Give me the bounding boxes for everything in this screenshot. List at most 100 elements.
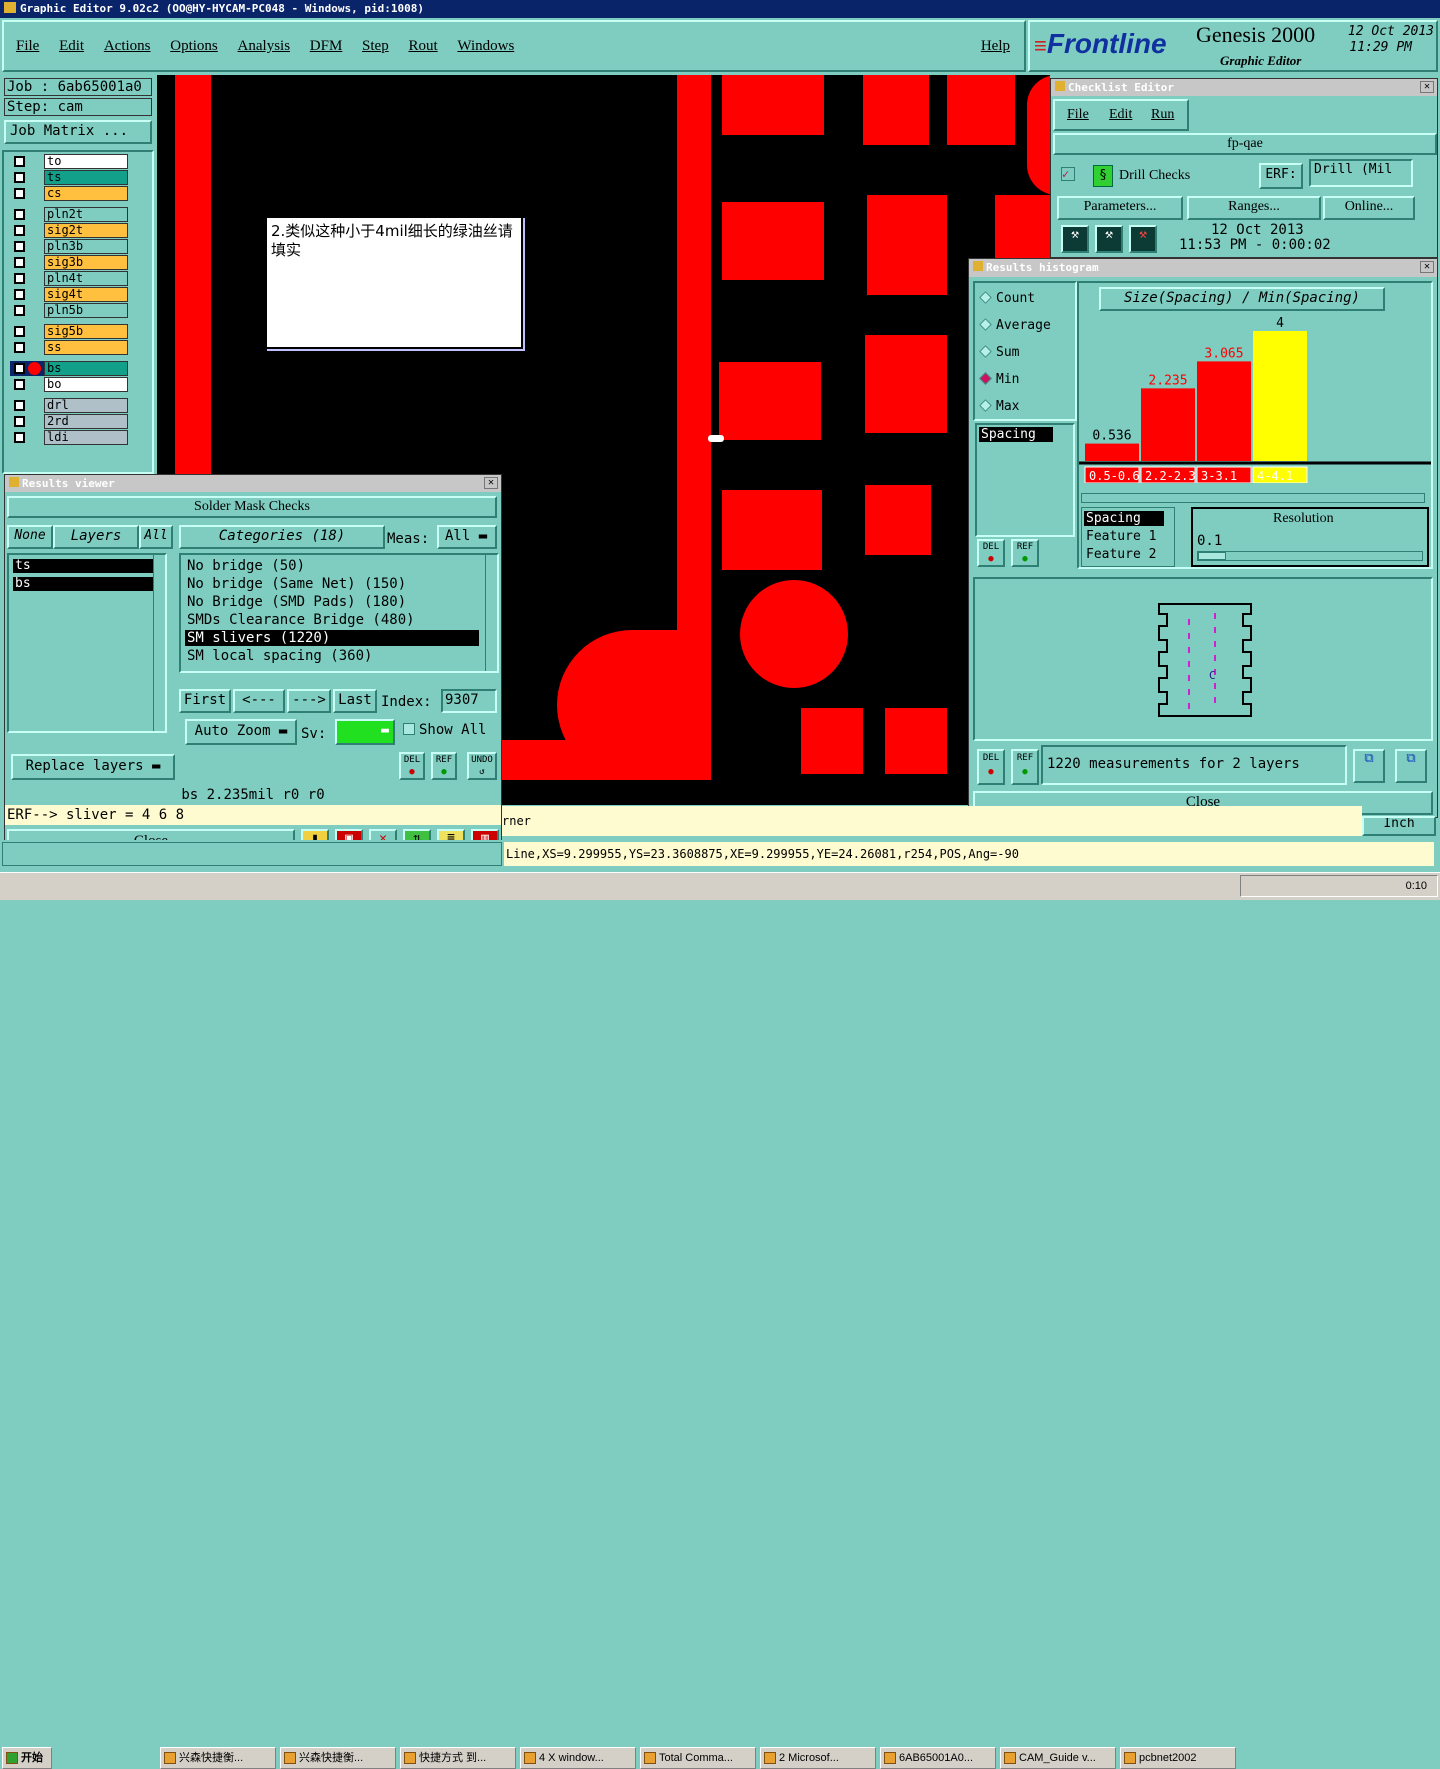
layer-name[interactable]: pln5b — [44, 303, 128, 318]
layer-checkbox[interactable] — [14, 209, 25, 220]
layer-row-drl[interactable]: drl — [10, 398, 128, 413]
layer-checkbox[interactable] — [14, 400, 25, 411]
results-layer-list[interactable]: ts bs — [7, 553, 167, 733]
layer-checkbox[interactable] — [14, 363, 25, 374]
ranges-button[interactable]: Ranges... — [1187, 196, 1321, 220]
layer-row-bs[interactable]: bs — [10, 361, 128, 376]
layer-name[interactable]: ts — [44, 170, 128, 185]
layer-checkbox[interactable] — [14, 156, 25, 167]
taskbar-item[interactable]: 兴森快捷衡... — [280, 1747, 396, 1769]
sliver-marker[interactable] — [708, 435, 724, 442]
layer-checkbox[interactable] — [14, 257, 25, 268]
layer-checkbox[interactable] — [14, 416, 25, 427]
layer-checkbox[interactable] — [14, 172, 25, 183]
units-button[interactable]: Inch — [1362, 816, 1436, 836]
option-average[interactable]: Average — [979, 318, 1051, 333]
close-icon[interactable]: ✕ — [1420, 261, 1434, 273]
category-item[interactable]: SMDs Clearance Bridge (480) — [185, 612, 479, 628]
table-item-feature-2[interactable]: Feature 2 — [1086, 547, 1156, 562]
layer-name[interactable]: to — [44, 154, 128, 169]
categories-tab[interactable]: Categories (18) — [179, 525, 385, 549]
table-item-feature-1[interactable]: Feature 1 — [1086, 529, 1156, 544]
preview-del-button[interactable]: DEL ● — [977, 749, 1005, 785]
layer-name[interactable]: cs — [44, 186, 128, 201]
layer-row-ss[interactable]: ss — [10, 340, 128, 355]
layer-row-sig3b[interactable]: sig3b — [10, 255, 128, 270]
checklist-menu-file[interactable]: File — [1067, 107, 1089, 123]
job-matrix-button[interactable]: Job Matrix ... — [4, 120, 152, 144]
taskbar-item[interactable]: 兴森快捷衡... — [160, 1747, 276, 1769]
erf-value[interactable]: Drill (Mil — [1309, 159, 1413, 187]
online-button[interactable]: Online... — [1323, 196, 1415, 220]
layer-name[interactable]: pln4t — [44, 271, 128, 286]
histogram-bar[interactable] — [1085, 443, 1139, 461]
layer-checkbox[interactable] — [14, 241, 25, 252]
check-enabled-checkbox[interactable]: ✓ — [1061, 167, 1075, 181]
category-item[interactable]: SM slivers (1220) — [185, 630, 479, 646]
start-button[interactable]: 开始 — [2, 1747, 52, 1769]
histogram-del-button[interactable]: DEL ● — [977, 539, 1005, 567]
menu-file[interactable]: File — [16, 38, 39, 55]
close-icon[interactable]: ✕ — [1420, 81, 1434, 93]
layer-row-sig2t[interactable]: sig2t — [10, 223, 128, 238]
category-item[interactable]: No Bridge (SMD Pads) (180) — [185, 594, 479, 610]
layer-name[interactable]: ss — [44, 340, 128, 355]
category-item[interactable]: No bridge (Same Net) (150) — [185, 576, 479, 592]
layer-checkbox[interactable] — [14, 289, 25, 300]
histogram-bar[interactable] — [1141, 388, 1195, 461]
menu-actions[interactable]: Actions — [104, 38, 151, 55]
zoom-in-icon[interactable]: ⧉ — [1353, 749, 1385, 783]
measure-list[interactable]: Spacing — [975, 423, 1075, 537]
taskbar-item[interactable]: Total Comma... — [640, 1747, 756, 1769]
layer-name[interactable]: sig5b — [44, 324, 128, 339]
sv-color-select[interactable]: ▬ — [335, 719, 395, 745]
menu-analysis[interactable]: Analysis — [238, 38, 291, 55]
layer-list[interactable]: to ts cs pln2t sig2t pln3b sig3b pln4t sig4t pln5… — [2, 150, 154, 474]
layer-checkbox[interactable] — [14, 305, 25, 316]
layer-list-scrollbar[interactable] — [153, 555, 165, 731]
first-button[interactable]: First — [179, 689, 231, 713]
layer-name[interactable]: ldi — [44, 430, 128, 445]
resolution-slider[interactable] — [1197, 551, 1423, 561]
histogram-bar[interactable] — [1253, 331, 1307, 461]
ref-button[interactable]: REF ● — [431, 752, 457, 780]
layer-row-to[interactable]: to — [10, 154, 128, 169]
layer-checkbox[interactable] — [14, 432, 25, 443]
menu-windows[interactable]: Windows — [457, 38, 514, 55]
layer-name[interactable]: sig2t — [44, 223, 128, 238]
layer-row-pln4t[interactable]: pln4t — [10, 271, 128, 286]
taskbar-item[interactable]: 2 Microsof... — [760, 1747, 876, 1769]
categories-scrollbar[interactable] — [485, 555, 497, 671]
del-button[interactable]: DEL ● — [399, 752, 425, 780]
run-icon-2[interactable]: ⚒ — [1095, 225, 1123, 253]
option-count[interactable]: Count — [979, 291, 1035, 306]
undo-button[interactable]: UNDO ↺ — [467, 752, 497, 780]
histogram-ref-button[interactable]: REF ● — [1011, 539, 1039, 567]
layer-row-cs[interactable]: cs — [10, 186, 128, 201]
taskbar-item[interactable]: pcbnet2002 — [1120, 1747, 1236, 1769]
layer-name[interactable]: pln2t — [44, 207, 128, 222]
layer-checkbox[interactable] — [14, 225, 25, 236]
layer-row-ldi[interactable]: ldi — [10, 430, 128, 445]
menu-rout[interactable]: Rout — [408, 38, 437, 55]
show-all-checkbox[interactable] — [403, 723, 415, 735]
categories-list[interactable]: No bridge (50) No bridge (Same Net) (150)… — [179, 553, 499, 673]
checklist-menu-run[interactable]: Run — [1151, 107, 1174, 123]
layer-checkbox[interactable] — [14, 326, 25, 337]
layer-name[interactable]: sig3b — [44, 255, 128, 270]
prev-button[interactable]: <--- — [233, 689, 285, 713]
resolution-slider-thumb[interactable] — [1198, 552, 1226, 560]
layer-checkbox[interactable] — [14, 188, 25, 199]
taskbar-item[interactable]: 4 X window... — [520, 1747, 636, 1769]
layer-checkbox[interactable] — [14, 273, 25, 284]
menu-help[interactable]: Help — [981, 38, 1010, 55]
layer-row-ts[interactable]: ts — [10, 170, 128, 185]
layer-name[interactable]: pln3b — [44, 239, 128, 254]
erf-button[interactable]: ERF: — [1259, 163, 1303, 189]
all-layers-button[interactable]: All — [139, 525, 173, 549]
option-max[interactable]: Max — [979, 399, 1019, 414]
layer-checkbox[interactable] — [14, 342, 25, 353]
option-min[interactable]: Min — [979, 372, 1019, 387]
run-icon-3[interactable]: ⚒ — [1129, 225, 1157, 253]
next-button[interactable]: ---> — [287, 689, 331, 713]
